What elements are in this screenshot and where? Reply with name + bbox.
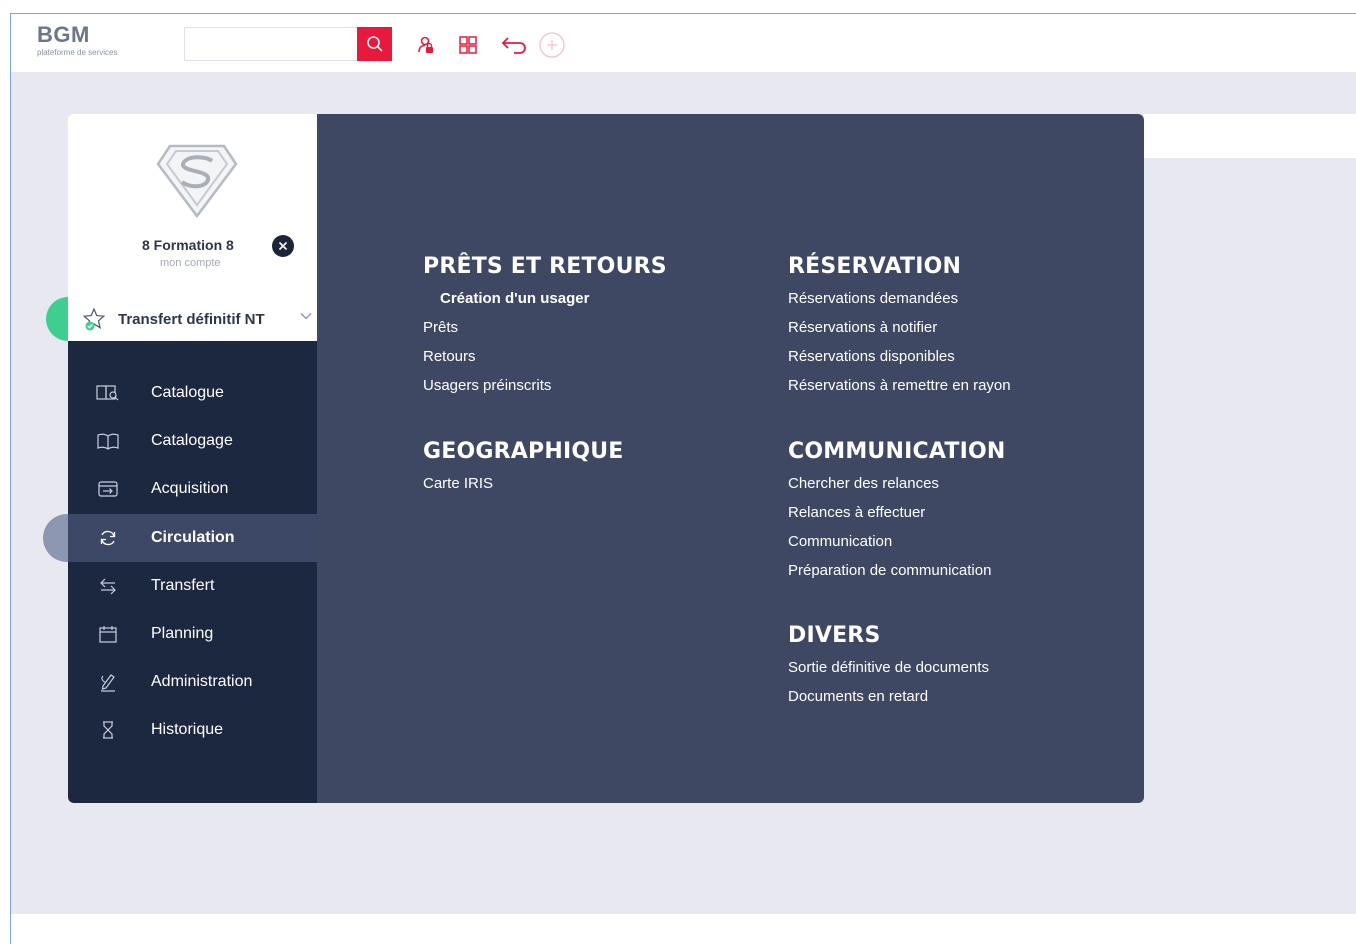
menu-link-carte-iris[interactable]: Carte IRIS — [423, 469, 624, 498]
transfer-label: Transfert définitif NT — [118, 310, 265, 328]
sidebar-item-label: Circulation — [151, 529, 235, 546]
sidebar-nav: Catalogue Catalogage Acquisition Circula… — [68, 341, 317, 803]
favorite-star-icon — [82, 307, 106, 336]
open-book-icon — [96, 429, 120, 453]
sidebar-item-catalogue[interactable]: Catalogue — [68, 369, 317, 417]
menu-link-communication[interactable]: Communication — [788, 527, 1005, 556]
section-title: GEOGRAPHIQUE — [423, 439, 624, 464]
section-prets-retours: PRÊTS ET RETOURS Création d'un usager Pr… — [423, 254, 667, 400]
menu-link-chercher-relances[interactable]: Chercher des relances — [788, 469, 1005, 498]
hourglass-icon — [96, 718, 120, 742]
section-communication: COMMUNICATION Chercher des relances Rela… — [788, 439, 1005, 585]
search-button[interactable] — [357, 27, 392, 61]
account-link[interactable]: mon compte — [160, 257, 221, 269]
inbox-arrow-icon — [96, 477, 120, 501]
chevron-down-icon — [300, 309, 312, 327]
brand-logo[interactable]: BGM plateforme de services — [37, 24, 117, 58]
menu-link-prets[interactable]: Prêts — [423, 313, 667, 342]
sidebar-item-historique[interactable]: Historique — [68, 706, 317, 754]
sidebar-item-transfert[interactable]: Transfert — [68, 562, 317, 610]
sidebar-item-label: Planning — [151, 625, 214, 642]
circulation-menu-panel: PRÊTS ET RETOURS Création d'un usager Pr… — [317, 114, 1144, 803]
sidebar-item-label: Catalogage — [151, 432, 233, 449]
menu-link-reservations-demandees[interactable]: Réservations demandées — [788, 284, 1011, 313]
sidebar-item-planning[interactable]: Planning — [68, 610, 317, 658]
pen-admin-icon — [96, 670, 120, 694]
sidebar-item-administration[interactable]: Administration — [68, 658, 317, 706]
menu-link-creation-usager[interactable]: Création d'un usager — [423, 284, 667, 313]
sidebar-item-label: Administration — [151, 673, 253, 690]
menu-link-reservations-a-notifier[interactable]: Réservations à notifier — [788, 313, 1011, 342]
user-lock-icon[interactable] — [415, 34, 437, 56]
calendar-icon — [96, 622, 120, 646]
superman-shield-icon — [156, 144, 238, 219]
header-strip — [1143, 114, 1356, 158]
grid-icon[interactable] — [457, 34, 479, 56]
section-title: RÉSERVATION — [788, 254, 962, 279]
menu-link-documents-en-retard[interactable]: Documents en retard — [788, 682, 989, 711]
section-title: PRÊTS ET RETOURS — [423, 254, 667, 279]
section-divers: DIVERS Sortie définitive de documents Do… — [788, 623, 989, 711]
menu-link-relances-a-effectuer[interactable]: Relances à effectuer — [788, 498, 1005, 527]
close-icon — [278, 241, 288, 251]
search-icon — [366, 36, 383, 52]
transfer-dropdown[interactable]: Transfert définitif NT — [68, 297, 317, 341]
section-reservation: RÉSERVATION Réservations demandées Réser… — [788, 254, 1011, 400]
sidebar-item-label: Acquisition — [151, 480, 229, 497]
sidebar-item-acquisition[interactable]: Acquisition — [68, 465, 317, 513]
top-bar: BGM plateforme de services — [11, 14, 1356, 72]
sidebar-item-label: Transfert — [151, 577, 215, 594]
menu-link-usagers-preinscrits[interactable]: Usagers préinscrits — [423, 371, 667, 400]
section-geographique: GEOGRAPHIQUE Carte IRIS — [423, 439, 624, 498]
menu-link-reservations-a-remettre[interactable]: Réservations à remettre en rayon — [788, 371, 1011, 400]
catalog-book-search-icon — [96, 381, 120, 405]
section-title: DIVERS — [788, 623, 881, 648]
sidebar-item-circulation[interactable]: Circulation — [68, 514, 317, 562]
menu-link-retours[interactable]: Retours — [423, 342, 667, 371]
sidebar-item-catalogage[interactable]: Catalogage — [68, 417, 317, 465]
swap-arrows-icon — [96, 574, 120, 598]
refresh-cycle-icon — [96, 526, 120, 550]
user-name: 8 Formation 8 — [142, 237, 234, 253]
footer-area — [11, 914, 1356, 944]
sidebar-item-label: Catalogue — [151, 384, 224, 401]
undo-arrow-icon[interactable] — [499, 34, 529, 56]
brand-subtitle: plateforme de services — [37, 48, 118, 57]
sidebar-item-label: Historique — [151, 721, 224, 738]
avatar[interactable] — [156, 142, 238, 219]
menu-link-reservations-disponibles[interactable]: Réservations disponibles — [788, 342, 1011, 371]
menu-link-sortie-definitive[interactable]: Sortie définitive de documents — [788, 653, 989, 682]
section-title: COMMUNICATION — [788, 439, 1006, 464]
brand-name: BGM — [37, 22, 90, 47]
close-button[interactable] — [272, 235, 294, 257]
add-circle-icon[interactable] — [538, 31, 566, 59]
search-input[interactable] — [184, 27, 358, 61]
menu-link-preparation-communication[interactable]: Préparation de communication — [788, 556, 1005, 585]
